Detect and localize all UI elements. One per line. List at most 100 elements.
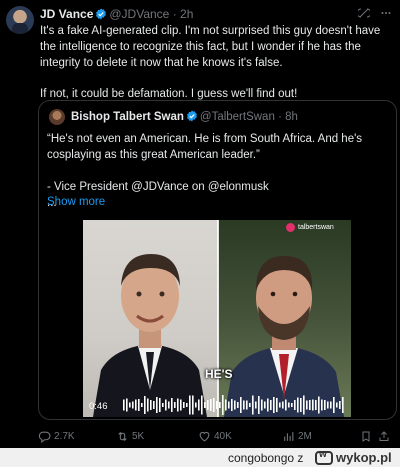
waveform-bar	[201, 395, 203, 415]
waveform-bar	[240, 397, 242, 413]
waveform-bar	[129, 402, 131, 408]
video-timestamp: 0:46	[89, 401, 108, 412]
video-caption: HE'S	[205, 367, 233, 381]
repost-icon	[116, 430, 129, 443]
reply-button[interactable]: 2.7K	[38, 430, 116, 443]
video-divider	[217, 220, 219, 417]
waveform-bar	[183, 402, 185, 408]
waveform-bar	[315, 400, 317, 410]
repost-button[interactable]: 5K	[116, 430, 198, 443]
waveform-bar	[303, 395, 305, 415]
reply-count: 2.7K	[54, 430, 75, 442]
footer-site: wykop.pl	[336, 450, 392, 465]
waveform-bar	[204, 402, 206, 408]
waveform-bar	[216, 401, 218, 409]
waveform-bar	[330, 401, 332, 409]
waveform-bar	[150, 400, 152, 410]
wykop-logo-icon	[315, 449, 333, 465]
footer-suffix: z	[297, 451, 304, 465]
author-handle[interactable]: @JDVance	[109, 7, 169, 21]
waveform-bar	[249, 403, 251, 407]
waveform-bar	[222, 395, 224, 415]
person-right-image	[224, 256, 344, 417]
waveform-bar	[312, 399, 314, 411]
verified-badge-icon	[95, 8, 107, 23]
quoted-author-handle[interactable]: @TalbertSwan	[200, 111, 275, 123]
quoted-author-avatar[interactable]	[49, 109, 65, 125]
views-icon	[282, 430, 295, 443]
waveform-bar	[156, 397, 158, 413]
waveform-bar	[174, 402, 176, 408]
waveform-bar	[264, 401, 266, 409]
watermark-text: talbertswan	[298, 224, 334, 231]
waveform-bar	[243, 400, 245, 410]
waveform-bar	[165, 399, 167, 411]
waveform-bar	[153, 401, 155, 409]
waveform-bar	[297, 397, 299, 413]
footer-username: congobongo	[228, 451, 295, 465]
waveform-bar	[189, 395, 191, 415]
author-avatar[interactable]	[6, 6, 34, 34]
video-player[interactable]: talbertswan HE'S 0:46	[83, 220, 351, 417]
waveform-bar	[180, 399, 182, 411]
waveform-bar	[342, 397, 344, 413]
waveform-bar	[192, 395, 194, 415]
waveform-bar	[282, 401, 284, 409]
views-button[interactable]: 2M	[282, 430, 360, 443]
waveform-bar	[177, 398, 179, 412]
waveform-bar	[162, 403, 164, 407]
waveform-bar	[147, 398, 149, 412]
heart-icon	[198, 430, 211, 443]
repost-count: 5K	[132, 430, 145, 442]
waveform-bar	[231, 399, 233, 411]
video-watermark: talbertswan	[286, 223, 334, 232]
waveform-bar	[219, 402, 221, 408]
instagram-icon	[286, 223, 295, 232]
waveform-bar	[336, 402, 338, 408]
waveform-bar	[225, 399, 227, 411]
author-name[interactable]: JD Vance	[40, 7, 93, 21]
waveform-bar	[126, 398, 128, 412]
bookmark-button[interactable]	[360, 430, 378, 443]
waveform-bar	[168, 401, 170, 409]
waveform-bar	[309, 400, 311, 410]
post-time[interactable]: 2h	[180, 7, 193, 21]
quoted-author-name[interactable]: Bishop Talbert Swan	[71, 111, 184, 123]
share-button[interactable]	[378, 430, 394, 443]
quoted-time[interactable]: 8h	[285, 111, 298, 123]
waveform-bar	[132, 401, 134, 409]
grok-icon[interactable]	[356, 7, 372, 22]
waveform-bar	[339, 401, 341, 409]
waveform-bar	[273, 397, 275, 413]
tweet-paragraph: It's a fake AI-generated clip. I'm not s…	[40, 25, 381, 69]
waveform-bar	[195, 402, 197, 408]
waveform-bar	[270, 400, 272, 410]
waveform-bar	[123, 399, 125, 411]
show-more-link[interactable]: Show more	[47, 196, 105, 208]
waveform-bar	[318, 396, 320, 414]
quoted-attribution: - Vice President @JDVance on @elonmusk	[47, 181, 269, 193]
waveform-bar	[306, 400, 308, 410]
waveform-bar	[237, 402, 239, 408]
separator: ·	[278, 111, 282, 123]
tweet-actions: 2.7K 5K 40K 2M	[38, 428, 396, 444]
watermark-bar: congobongo z wykop.pl	[0, 448, 400, 467]
waveform-bar	[159, 398, 161, 412]
waveform-bar	[186, 403, 188, 407]
waveform-bar	[141, 403, 143, 407]
quoted-tweet[interactable]: Bishop Talbert Swan @TalbertSwan · 8h “He…	[38, 100, 397, 420]
bookmark-icon	[360, 430, 372, 443]
waveform-bar	[207, 400, 209, 410]
waveform-bar	[210, 399, 212, 411]
more-icon[interactable]	[380, 7, 392, 22]
waveform-bar	[246, 400, 248, 410]
waveform-bar	[258, 396, 260, 414]
waveform-bar	[234, 400, 236, 410]
waveform-bar	[228, 401, 230, 409]
waveform-bar	[267, 398, 269, 412]
views-count: 2M	[298, 430, 312, 442]
share-icon	[378, 430, 390, 443]
reply-icon	[38, 430, 51, 443]
like-button[interactable]: 40K	[198, 430, 282, 443]
like-count: 40K	[214, 430, 232, 442]
